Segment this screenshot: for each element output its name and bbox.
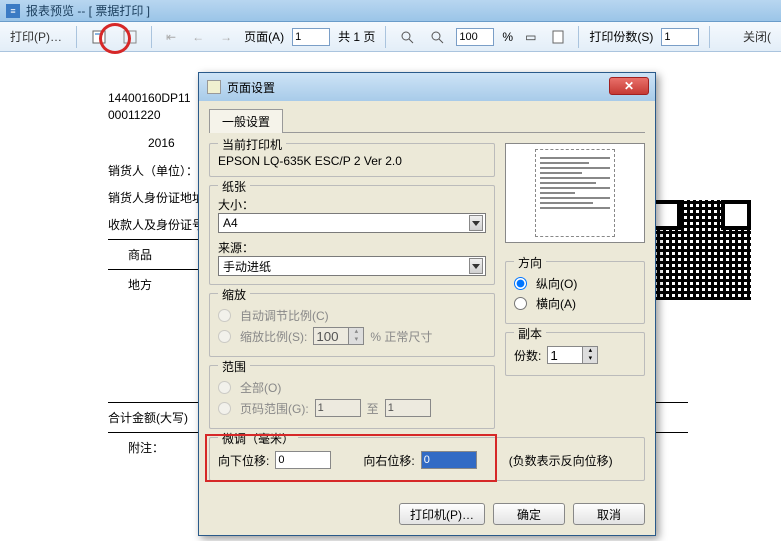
offset-group: 微调（毫米） 向下位移: 向右位移: (负数表示反向位移) [209, 437, 645, 481]
toolbar: 打印(P)… ⇤ ← → 页面(A) 共 1 页 % ▭ 打印份数(S) 关闭( [0, 22, 781, 52]
scale-ratio-label: 缩放比例(S): [240, 328, 307, 345]
paper-size-select[interactable]: A4 [218, 213, 486, 233]
offset-right-input[interactable] [421, 451, 477, 469]
window-titlebar: ≡ 报表预览 -- [ 票据打印 ] [0, 0, 781, 22]
copies-input[interactable] [661, 28, 699, 46]
page-input[interactable] [292, 28, 330, 46]
offset-note: (负数表示反向位移) [509, 452, 613, 469]
scale-stepper: ▴▾ [313, 327, 364, 345]
copies-group-label: 副本 [514, 325, 546, 342]
offset-right-label: 向右位移: [363, 452, 414, 469]
copies-label: 打印份数(S) [589, 28, 653, 45]
source-label: 来源： [218, 239, 486, 256]
range-to-label: 至 [367, 400, 379, 417]
scale-group-label: 缩放 [218, 286, 250, 303]
preview-page [535, 149, 615, 237]
printer-group-label: 当前打印机 [218, 136, 286, 153]
print-button[interactable]: 打印(P)… [6, 26, 66, 47]
scale-normal: % 正常尺寸 [370, 328, 432, 345]
page-total: 共 1 页 [338, 28, 375, 45]
range-to-input [385, 399, 431, 417]
chevron-down-icon [469, 215, 483, 231]
orientation-group: 方向 纵向(O) 横向(A) [505, 261, 645, 324]
dialog-icon [207, 80, 221, 94]
separator [385, 26, 386, 48]
copies-label: 份数: [514, 347, 541, 364]
zoom-out-icon[interactable] [396, 28, 418, 46]
orientation-group-label: 方向 [514, 254, 546, 271]
separator [578, 26, 579, 48]
dialog-tabs: 一般设置 [209, 109, 645, 133]
paper-source-select[interactable]: 手动进纸 [218, 256, 486, 276]
zoom-pct: % [502, 30, 513, 44]
portrait-label: 纵向(O) [536, 275, 577, 292]
copies-group: 副本 份数: ▴▾ [505, 332, 645, 376]
printer-button[interactable]: 打印机(P)… [399, 503, 485, 525]
prev-page-icon[interactable]: ← [188, 28, 208, 46]
range-pages-radio [218, 402, 231, 415]
goods-label: 商品 [128, 248, 152, 262]
paper-source-value: 手动进纸 [223, 258, 271, 275]
fit-icon[interactable]: ▭ [521, 28, 540, 46]
dialog-titlebar[interactable]: 页面设置 ✕ [199, 73, 655, 101]
next-page-icon[interactable]: → [216, 28, 236, 46]
range-all-label: 全部(O) [240, 379, 281, 396]
qr-code [651, 200, 751, 300]
range-pages-label: 页码范围(G): [240, 400, 309, 417]
copies-stepper[interactable]: ▴▾ [547, 346, 598, 364]
place-label: 地方 [128, 278, 152, 292]
offset-down-input[interactable] [275, 451, 331, 469]
paper-group: 纸张 大小： A4 来源： 手动进纸 [209, 185, 495, 285]
dialog-title: 页面设置 [227, 79, 275, 96]
page-preview [505, 143, 645, 243]
separator [151, 26, 152, 48]
ok-button[interactable]: 确定 [493, 503, 565, 525]
paper-size-value: A4 [223, 216, 238, 230]
first-page-icon[interactable]: ⇤ [162, 28, 180, 46]
close-icon[interactable]: ✕ [609, 77, 649, 95]
portrait-radio[interactable] [514, 277, 527, 290]
size-label: 大小： [218, 196, 486, 213]
printer-group: 当前打印机 EPSON LQ-635K ESC/P 2 Ver 2.0 [209, 143, 495, 177]
autoscale-label: 自动调节比例(C) [240, 307, 329, 324]
range-all-radio [218, 381, 231, 394]
landscape-radio[interactable] [514, 297, 527, 310]
refresh-icon[interactable] [119, 28, 141, 46]
app-icon: ≡ [6, 4, 20, 18]
dialog-buttons: 打印机(P)… 确定 取消 [199, 497, 655, 535]
range-group: 范围 全部(O) 页码范围(G): 至 [209, 365, 495, 429]
separator [76, 26, 77, 48]
window-title: 报表预览 -- [ 票据打印 ] [26, 2, 150, 19]
page-setup-icon[interactable] [87, 27, 111, 47]
scale-group: 缩放 自动调节比例(C) 缩放比例(S): ▴▾ % 正常尺寸 [209, 293, 495, 357]
zoom-input[interactable] [456, 28, 494, 46]
printer-name: EPSON LQ-635K ESC/P 2 Ver 2.0 [218, 154, 486, 168]
cancel-button[interactable]: 取消 [573, 503, 645, 525]
zoom-in-icon[interactable] [426, 28, 448, 46]
page-icon[interactable] [548, 28, 568, 46]
page-setup-dialog: 页面设置 ✕ 一般设置 当前打印机 EPSON LQ-635K ESC/P 2 … [198, 72, 656, 536]
range-from-input [315, 399, 361, 417]
scale-ratio-radio [218, 330, 231, 343]
tab-general[interactable]: 一般设置 [209, 109, 283, 133]
range-group-label: 范围 [218, 358, 250, 375]
offset-down-label: 向下位移: [218, 452, 269, 469]
close-button[interactable]: 关闭( [739, 26, 775, 47]
autoscale-radio [218, 309, 231, 322]
landscape-label: 横向(A) [536, 295, 576, 312]
chevron-down-icon [469, 258, 483, 274]
page-label: 页面(A) [244, 28, 284, 45]
total-label: 合计金额(大写) [108, 411, 188, 425]
offset-group-label: 微调（毫米） [218, 430, 298, 447]
doc-year: 2016 [148, 136, 175, 150]
separator [709, 26, 710, 48]
paper-group-label: 纸张 [218, 178, 250, 195]
